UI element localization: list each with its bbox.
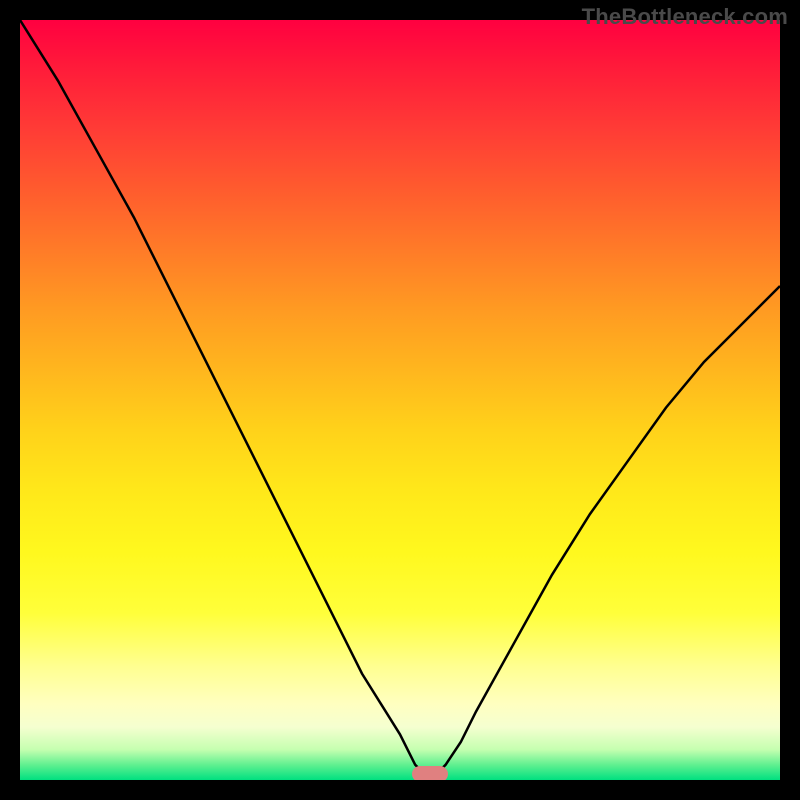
plot-area <box>20 20 780 780</box>
curve-path <box>20 20 780 780</box>
bottleneck-curve <box>20 20 780 780</box>
optimal-marker <box>412 766 448 780</box>
watermark-text: TheBottleneck.com <box>582 4 788 30</box>
chart-frame: TheBottleneck.com <box>0 0 800 800</box>
